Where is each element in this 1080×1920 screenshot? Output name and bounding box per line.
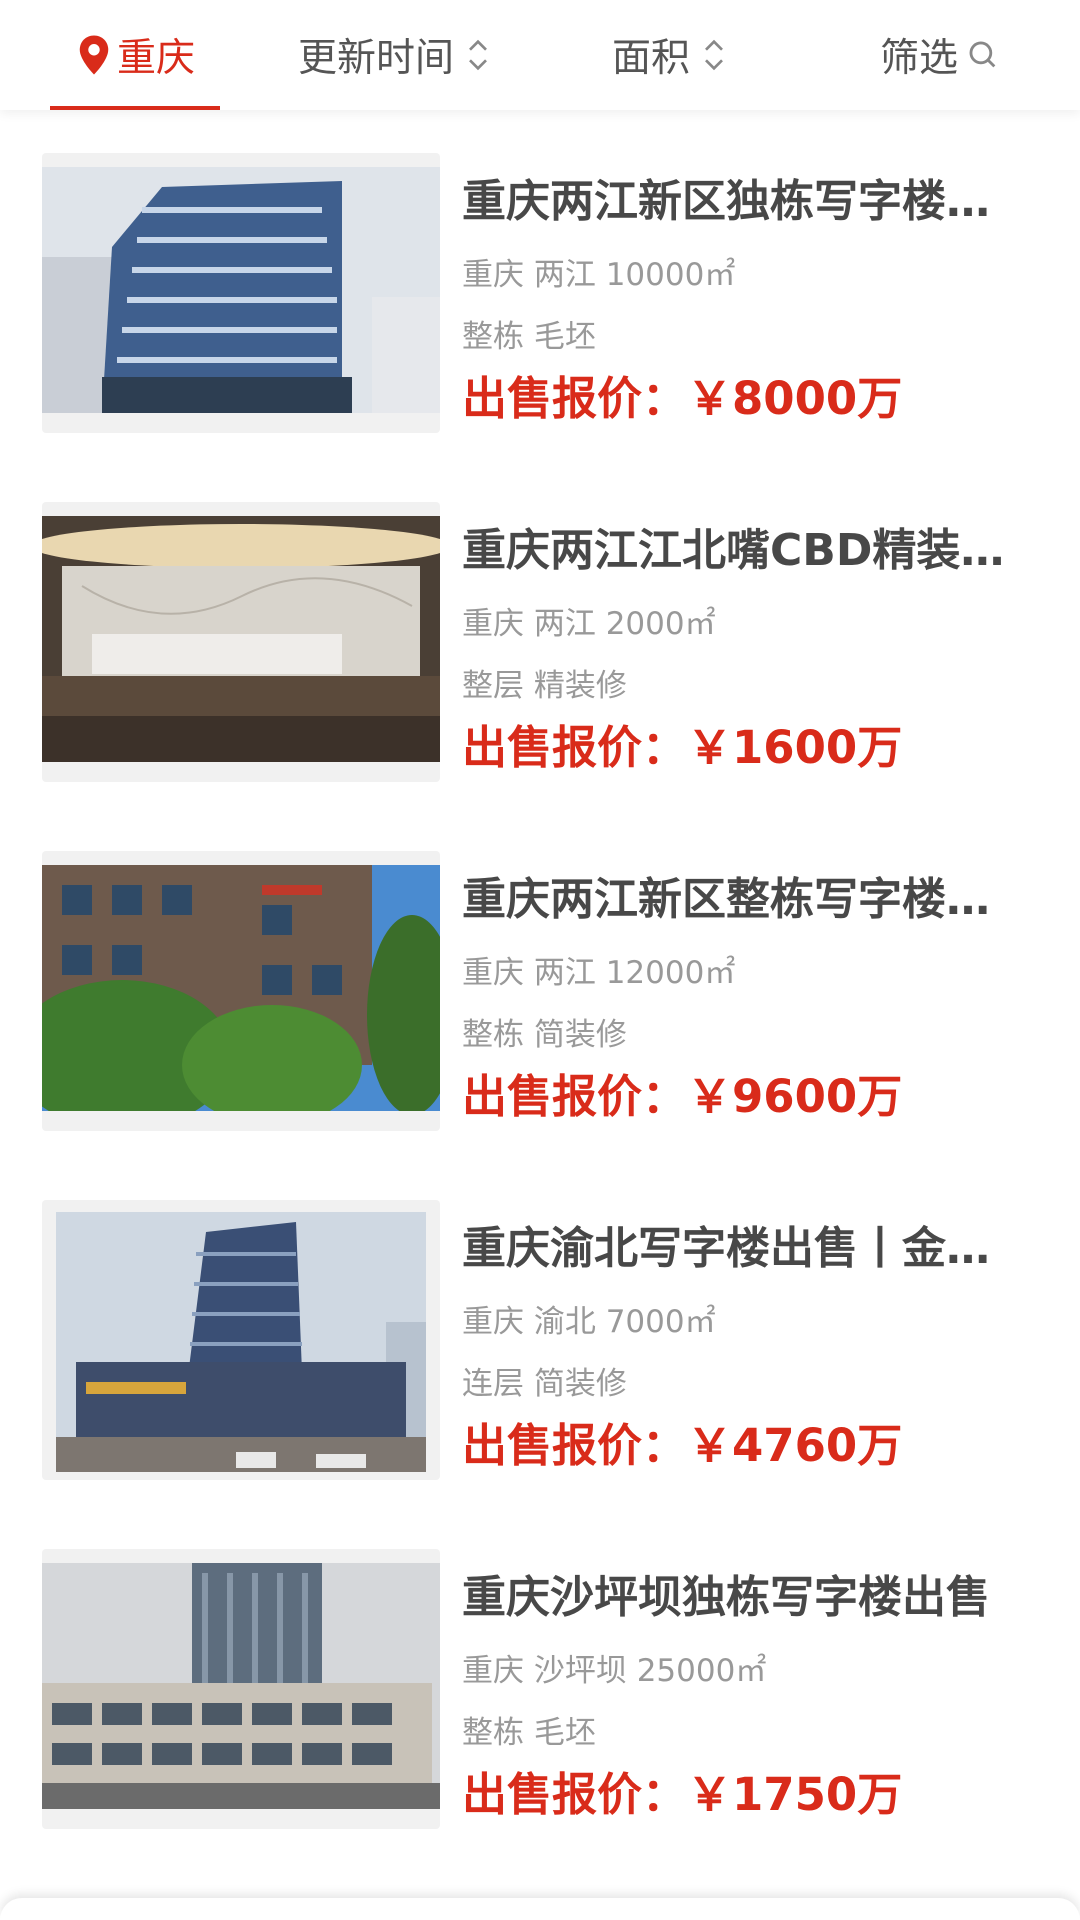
tab-area[interactable]: 面积 xyxy=(612,0,728,110)
lobby-photo xyxy=(42,516,440,762)
listing-thumbnail xyxy=(42,502,440,782)
listing-price: 出售报价：￥4760万 xyxy=(462,1419,903,1472)
listing-thumbnail xyxy=(42,1549,440,1829)
building-photo xyxy=(42,167,440,413)
listing-thumbnail xyxy=(42,153,440,433)
filter-bar: 重庆 更新时间 面积 筛选 xyxy=(0,0,1080,110)
building-photo xyxy=(56,1212,426,1472)
sort-updown-icon xyxy=(469,39,487,71)
tab-city[interactable]: 重庆 xyxy=(50,0,220,110)
listing-item[interactable]: 重庆两江新区独栋写字楼出售 重庆 两江 10000㎡ 整栋 毛坯 出售报价：￥8… xyxy=(0,153,1080,453)
listing-price: 出售报价：￥1600万 xyxy=(462,721,903,774)
listing-title: 重庆两江新区独栋写字楼出售 xyxy=(462,176,1007,227)
listing-location: 重庆 两江 12000㎡ xyxy=(462,955,736,991)
listing-type: 整栋 毛坯 xyxy=(462,319,596,355)
location-pin-icon xyxy=(79,35,109,75)
listing-thumbnail xyxy=(42,851,440,1131)
search-icon xyxy=(969,41,996,68)
tab-filter-label: 筛选 xyxy=(880,36,959,81)
tab-area-label: 面积 xyxy=(612,36,691,81)
listing-location: 重庆 两江 10000㎡ xyxy=(462,257,736,293)
listing-item[interactable]: 重庆渝北写字楼出售丨金融中心 重庆 渝北 7000㎡ 连层 简装修 出售报价：￥… xyxy=(0,1200,1080,1500)
listing-type: 整层 精装修 xyxy=(462,668,627,704)
listing-price: 出售报价：￥9600万 xyxy=(462,1070,903,1123)
listing-type: 整栋 简装修 xyxy=(462,1017,627,1053)
listing-item[interactable]: 重庆沙坪坝独栋写字楼出售 重庆 沙坪坝 25000㎡ 整栋 毛坯 出售报价：￥1… xyxy=(0,1549,1080,1849)
bottom-sheet-edge xyxy=(0,1898,1080,1920)
listing-title: 重庆两江江北嘴CBD精装修写字楼出售 xyxy=(462,525,1007,576)
building-photo xyxy=(42,865,440,1111)
listing-type: 连层 简装修 xyxy=(462,1366,627,1402)
active-tab-underline xyxy=(50,106,220,110)
tab-update-time[interactable]: 更新时间 xyxy=(298,0,492,110)
listing-type: 整栋 毛坯 xyxy=(462,1715,596,1751)
listing-price: 出售报价：￥8000万 xyxy=(462,372,903,425)
listing-title: 重庆沙坪坝独栋写字楼出售 xyxy=(462,1572,990,1623)
listing-title: 重庆渝北写字楼出售丨金融中心 xyxy=(462,1223,1007,1274)
listing-item[interactable]: 重庆两江江北嘴CBD精装修写字楼出售 重庆 两江 2000㎡ 整层 精装修 出售… xyxy=(0,502,1080,802)
tab-city-label: 重庆 xyxy=(116,36,195,81)
listing-thumbnail xyxy=(42,1200,440,1480)
listing-item[interactable]: 重庆两江新区整栋写字楼出售 重庆 两江 12000㎡ 整栋 简装修 出售报价：￥… xyxy=(0,851,1080,1151)
sort-updown-icon xyxy=(705,39,723,71)
building-photo xyxy=(42,1563,440,1809)
listing-location: 重庆 渝北 7000㎡ xyxy=(462,1304,716,1340)
listing-location: 重庆 沙坪坝 25000㎡ xyxy=(462,1653,767,1689)
tab-update-time-label: 更新时间 xyxy=(298,36,455,81)
listing-price: 出售报价：￥1750万 xyxy=(462,1768,903,1821)
listing-location: 重庆 两江 2000㎡ xyxy=(462,606,716,642)
tab-filter[interactable]: 筛选 xyxy=(880,0,1000,110)
listing-title: 重庆两江新区整栋写字楼出售 xyxy=(462,874,1007,925)
